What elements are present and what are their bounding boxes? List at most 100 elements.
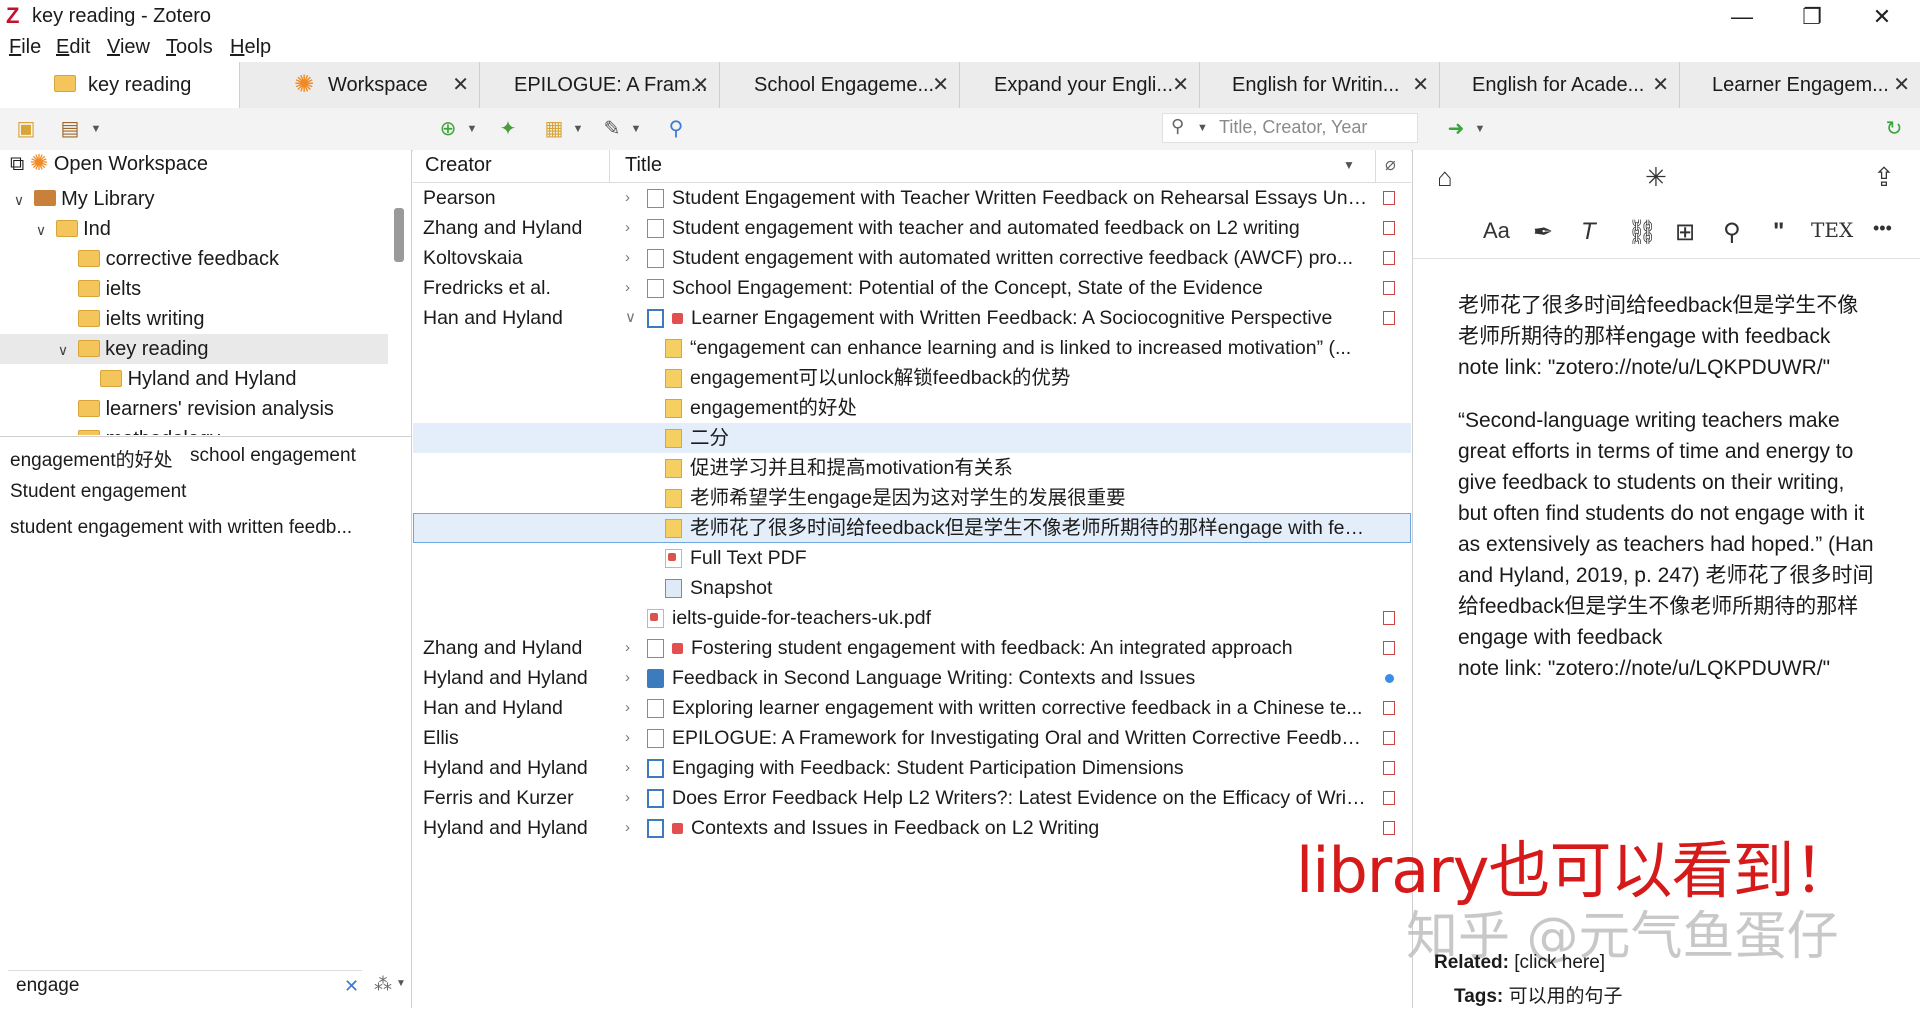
tab-reader[interactable]: Learner Engagem... ✕ — [1680, 62, 1920, 108]
item-row[interactable]: Hyland and Hyland › Contexts and Issues in… — [413, 813, 1411, 843]
column-divider[interactable] — [1375, 150, 1376, 182]
pdf-attachment-icon[interactable] — [1383, 791, 1395, 805]
note-row[interactable]: 二分 — [413, 423, 1411, 453]
share-icon[interactable]: ⇪ — [1873, 162, 1895, 193]
close-icon[interactable]: ✕ — [1412, 62, 1429, 108]
chevron-down-icon[interactable]: ∨ — [54, 335, 72, 365]
note-row[interactable]: engagement可以unlock解锁feedback的优势 — [413, 363, 1411, 393]
add-attachment-icon[interactable]: ✎ — [600, 117, 624, 141]
note-row[interactable]: 促进学习并且和提高motivation有关系 — [413, 453, 1411, 483]
menu-edit[interactable]: Edit — [56, 36, 90, 59]
pdf-attachment-icon[interactable] — [1383, 761, 1395, 775]
collection-key-reading[interactable]: ∨ key reading — [0, 334, 388, 364]
add-by-identifier-icon[interactable]: ✦ — [496, 117, 520, 141]
collection-hyland-and-hyland[interactable]: Hyland and Hyland — [0, 364, 388, 394]
column-title[interactable]: Title — [625, 154, 662, 177]
dropdown-arrow-icon[interactable]: ▼ — [396, 978, 406, 989]
collection-methodology[interactable]: methodology — [0, 424, 388, 435]
tab-reader[interactable]: School Engageme... ✕ — [720, 62, 960, 108]
pdf-attachment-icon[interactable] — [1383, 641, 1395, 655]
close-icon[interactable]: ✕ — [1893, 62, 1910, 108]
chevron-right-icon[interactable]: › — [625, 183, 630, 213]
menu-view[interactable]: View — [107, 36, 150, 59]
note-link[interactable]: note link: "zotero://note/u/LQKPDUWR/" — [1458, 356, 1830, 379]
dropdown-arrow-icon[interactable]: ▼ — [566, 117, 590, 141]
chevron-right-icon[interactable]: › — [625, 783, 630, 813]
quote-icon[interactable]: " — [1773, 218, 1784, 246]
attachment-row[interactable]: Snapshot — [413, 573, 1411, 603]
minimize-button[interactable]: — — [1712, 2, 1772, 32]
column-divider[interactable] — [609, 150, 610, 182]
dropdown-arrow-icon[interactable]: ▼ — [624, 117, 648, 141]
chevron-down-icon[interactable]: ∨ — [32, 215, 50, 245]
pdf-attachment-icon[interactable] — [1383, 611, 1395, 625]
chevron-right-icon[interactable]: › — [625, 753, 630, 783]
pdf-attachment-icon[interactable] — [1383, 221, 1395, 235]
highlight-icon[interactable]: ✒ — [1533, 218, 1553, 247]
item-row[interactable]: Han and Hyland ∨ Learner Engagement with W… — [413, 303, 1411, 333]
close-icon[interactable]: ✕ — [1172, 62, 1189, 108]
tag-filter-input[interactable]: engage ✕ — [8, 970, 362, 1001]
new-note-icon[interactable]: ▦ — [542, 117, 566, 141]
sync-icon[interactable]: ↻ — [1882, 117, 1906, 141]
close-icon[interactable]: ✕ — [932, 62, 949, 108]
collection-my-library[interactable]: ∨ My Library — [0, 184, 388, 214]
item-row[interactable]: Hyland and Hyland › Feedback in Second Lan… — [413, 663, 1411, 693]
close-window-button[interactable]: ✕ — [1852, 2, 1912, 32]
item-row[interactable]: Ferris and Kurzer › Does Error Feedback He… — [413, 783, 1411, 813]
tag-options-icon[interactable]: ⁂ — [374, 974, 392, 995]
pdf-attachment-icon[interactable] — [1383, 701, 1395, 715]
tags-value[interactable]: 可以用的句子 — [1509, 986, 1623, 1007]
pdf-attachment-icon[interactable] — [1383, 191, 1395, 205]
tab-reader[interactable]: EPILOGUE: A Fram... ✕ — [480, 62, 720, 108]
tab-reader[interactable]: English for Writin... ✕ — [1200, 62, 1440, 108]
close-icon[interactable]: ✕ — [1652, 62, 1669, 108]
chevron-right-icon[interactable]: › — [625, 243, 630, 273]
related-graph-icon[interactable]: ✳ — [1645, 162, 1667, 193]
item-row[interactable]: Zhang and Hyland › Fostering student engag… — [413, 633, 1411, 663]
attachment-row[interactable]: ielts-guide-for-teachers-uk.pdf — [413, 603, 1411, 633]
tab-reader[interactable]: English for Acade... ✕ — [1440, 62, 1680, 108]
advanced-search-icon[interactable]: ⚲ — [664, 117, 688, 141]
attachment-column-icon[interactable]: ⌀ — [1385, 154, 1396, 175]
open-workspace-row[interactable]: ⧉ ✺ Open Workspace — [10, 148, 398, 178]
locate-icon[interactable]: ➜ — [1444, 117, 1468, 141]
close-icon[interactable]: ✕ — [692, 62, 709, 108]
note-row[interactable]: “engagement can enhance learning and is … — [413, 333, 1411, 363]
sort-arrow-icon[interactable]: ▼ — [1343, 158, 1355, 172]
tag-chip[interactable]: student engagement with written feedb... — [10, 517, 352, 539]
chevron-right-icon[interactable]: › — [625, 723, 630, 753]
menu-help[interactable]: Help — [230, 36, 271, 59]
dropdown-arrow-icon[interactable]: ▼ — [460, 117, 484, 141]
text-size-icon[interactable]: Aa — [1483, 218, 1510, 244]
tag-chip[interactable]: school engagement — [190, 445, 356, 467]
collection-ielts-writing[interactable]: ielts writing — [0, 304, 388, 334]
item-row[interactable]: Zhang and Hyland › Student engagement with… — [413, 213, 1411, 243]
item-row[interactable]: Ellis › EPILOGUE: A Framework for Investig… — [413, 723, 1411, 753]
pdf-attachment-icon[interactable] — [1383, 731, 1395, 745]
column-creator[interactable]: Creator — [425, 154, 492, 177]
item-row[interactable]: Koltovskaia › Student engagement with auto… — [413, 243, 1411, 273]
new-library-icon[interactable]: ▤ — [58, 117, 82, 141]
chevron-right-icon[interactable]: › — [625, 813, 630, 843]
menu-file[interactable]: File — [9, 36, 41, 59]
collection-corrective-feedback[interactable]: corrective feedback — [0, 244, 388, 274]
more-options-icon[interactable]: ••• — [1873, 218, 1892, 239]
menu-tools[interactable]: Tools — [166, 36, 213, 59]
clear-format-icon[interactable]: T — [1581, 218, 1596, 246]
chevron-right-icon[interactable]: › — [625, 633, 630, 663]
dropdown-arrow-icon[interactable]: ▼ — [84, 117, 108, 141]
related-link[interactable]: [click here] — [1514, 952, 1605, 973]
note-row[interactable]: engagement的好处 — [413, 393, 1411, 423]
pdf-attachment-icon[interactable] — [1383, 281, 1395, 295]
chevron-right-icon[interactable]: › — [625, 213, 630, 243]
link-icon[interactable]: ⛓ — [1627, 218, 1657, 247]
collection-learners-revision-analysis[interactable]: learners' revision analysis — [0, 394, 388, 424]
attachment-row[interactable]: Full Text PDF — [413, 543, 1411, 573]
collections-scrollbar[interactable] — [394, 208, 404, 262]
insert-citation-icon[interactable]: ⊞ — [1675, 218, 1695, 247]
new-item-icon[interactable]: ⊕ — [436, 117, 460, 141]
search-mode-dropdown-icon[interactable]: ▼ — [1197, 122, 1208, 134]
search-input[interactable]: ⚲ ▼ Title, Creator, Year — [1162, 113, 1418, 143]
pdf-attachment-icon[interactable] — [1383, 311, 1395, 325]
